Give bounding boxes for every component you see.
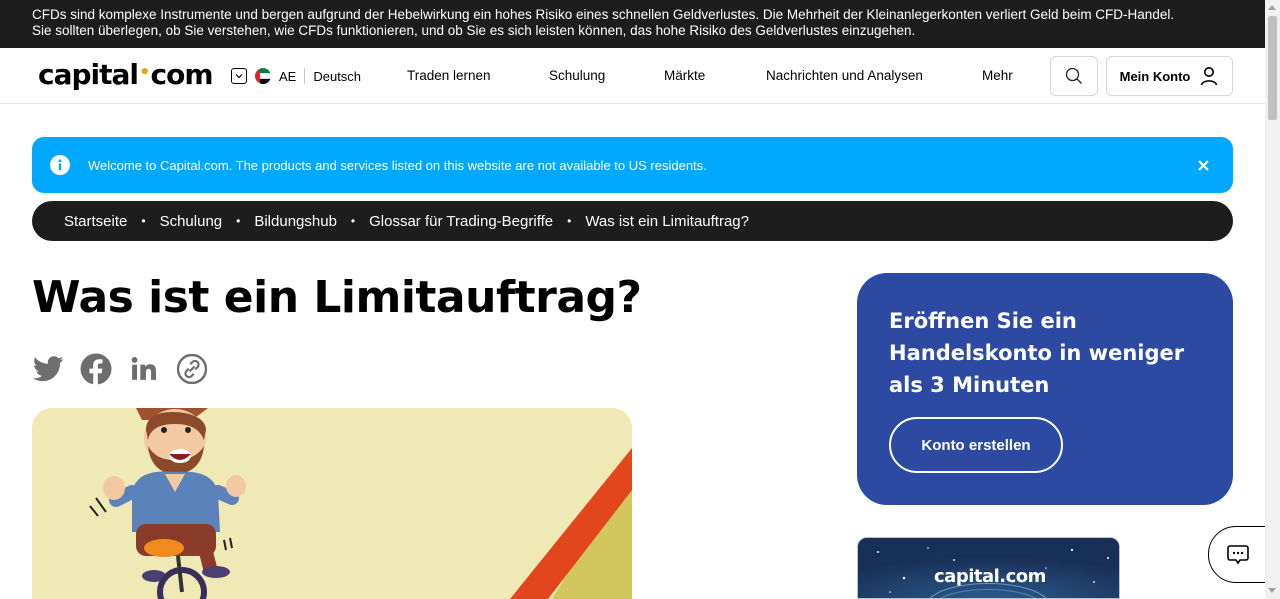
share-copy-link-button[interactable] <box>176 353 208 385</box>
close-icon <box>1197 159 1209 171</box>
nav-schulung[interactable]: Schulung <box>549 68 605 83</box>
search-button[interactable] <box>1050 56 1098 96</box>
breadcrumb: Startseite • Schulung • Bildungshub • Gl… <box>32 201 1233 241</box>
chat-icon <box>1227 544 1249 564</box>
breadcrumb-item-bildungshub[interactable]: Bildungshub <box>254 213 337 230</box>
copy-link-icon <box>177 354 207 384</box>
breadcrumb-separator: • <box>350 214 356 228</box>
site-header: capital•com AE Deutsch Traden lernen Sch… <box>0 48 1265 104</box>
breadcrumb-item-schulung[interactable]: Schulung <box>160 213 223 230</box>
breadcrumb-separator: • <box>141 214 146 228</box>
risk-warning-bar: CFDs sind komplexe Instrumente und berge… <box>0 0 1265 48</box>
nav-traden-lernen[interactable]: Traden lernen <box>407 68 491 83</box>
article-hero-illustration <box>32 408 632 599</box>
info-icon <box>50 155 70 175</box>
search-icon <box>1065 67 1082 84</box>
chat-button[interactable] <box>1208 526 1265 583</box>
language-label: Deutsch <box>313 68 362 84</box>
create-account-button[interactable]: Konto erstellen <box>889 417 1063 473</box>
my-account-button[interactable]: Mein Konto <box>1106 56 1233 96</box>
vertical-scrollbar[interactable] <box>1265 0 1280 599</box>
scroll-thumb[interactable] <box>1268 16 1277 120</box>
risk-warning-line-2: Sie sollten überlegen, ob Sie verstehen,… <box>32 23 916 38</box>
region-code: AE <box>279 68 297 84</box>
share-twitter-button[interactable] <box>32 353 64 385</box>
app-promo-card[interactable]: capital.com <box>857 537 1120 599</box>
user-icon <box>1201 67 1218 86</box>
unicycle-man-illustration <box>32 408 632 599</box>
share-facebook-button[interactable] <box>80 353 112 385</box>
logo-left: capital <box>38 58 139 91</box>
breadcrumb-item-startseite[interactable]: Startseite <box>64 213 127 230</box>
breadcrumb-item-glossar[interactable]: Glossar für Trading-Begriffe <box>369 213 553 230</box>
app-card-logo: capital.com <box>934 566 1046 587</box>
us-residents-banner: Welcome to Capital.com. The products and… <box>32 137 1233 193</box>
close-banner-button[interactable] <box>1193 155 1213 175</box>
region-separator <box>304 68 306 84</box>
chevron-down-icon <box>231 68 247 84</box>
share-linkedin-button[interactable] <box>128 353 160 385</box>
breadcrumb-separator: • <box>567 214 572 228</box>
region-language-selector[interactable]: AE Deutsch <box>231 66 361 86</box>
risk-warning-line-1: CFDs sind komplexe Instrumente und berge… <box>32 7 1175 22</box>
facebook-icon <box>80 353 112 385</box>
banner-text: Welcome to Capital.com. The products and… <box>88 157 707 173</box>
breadcrumb-separator: • <box>236 214 241 228</box>
capital-logo[interactable]: capital•com <box>38 58 214 91</box>
open-account-promo: Eröffnen Sie ein Handelskonto in weniger… <box>857 273 1233 505</box>
promo-title: Eröffnen Sie ein Handelskonto in weniger… <box>889 309 1185 397</box>
twitter-icon <box>32 356 63 382</box>
my-account-label: Mein Konto <box>1119 68 1191 84</box>
breadcrumb-item-current: Was ist ein Limitauftrag? <box>585 212 749 230</box>
logo-dot: • <box>139 62 150 83</box>
nav-maerkte[interactable]: Märkte <box>664 68 705 83</box>
page-title: Was ist ein Limitauftrag? <box>32 272 642 323</box>
nav-nachrichten-und-analysen[interactable]: Nachrichten und Analysen <box>766 68 923 83</box>
nav-mehr[interactable]: Mehr <box>982 68 1013 83</box>
scroll-down-arrow[interactable] <box>1268 588 1276 593</box>
uae-flag-icon <box>255 68 271 84</box>
linkedin-icon <box>131 356 157 380</box>
logo-right: com <box>150 58 214 91</box>
page: CFDs sind komplexe Instrumente und berge… <box>0 0 1265 599</box>
scroll-up-arrow[interactable] <box>1268 5 1276 10</box>
